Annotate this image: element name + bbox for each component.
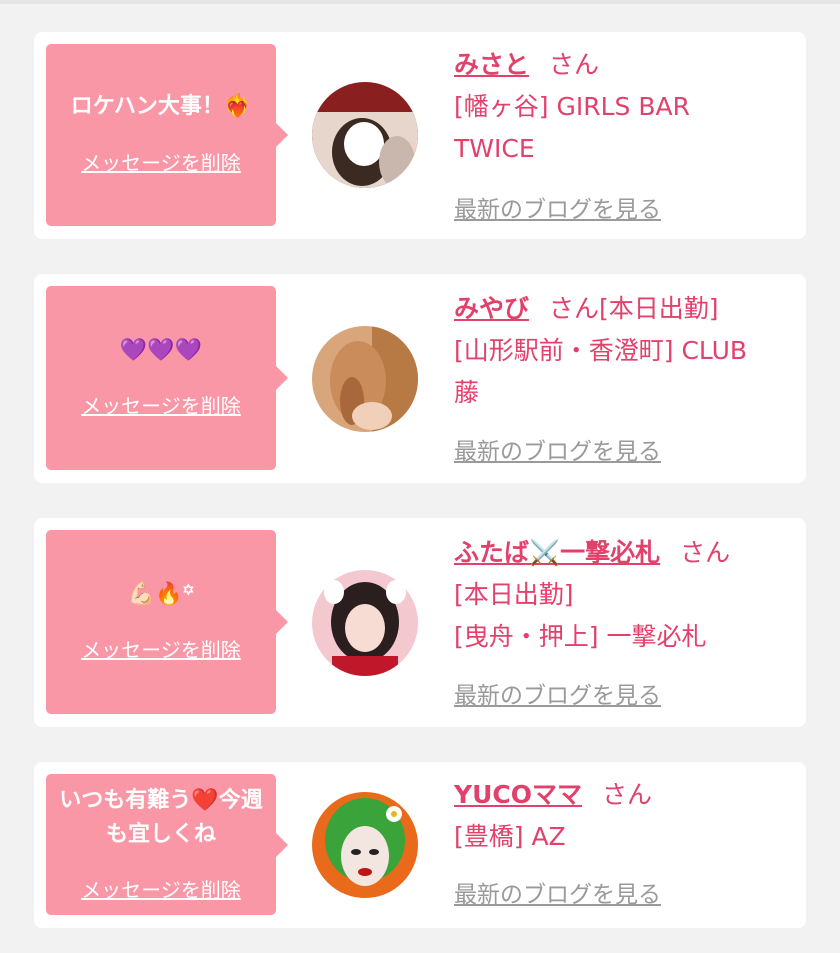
honorific: さん xyxy=(549,294,600,323)
honorific: さん xyxy=(549,50,600,79)
message-bubble: ロケハン大事！❤️‍🔥 メッセージを削除 xyxy=(46,44,288,226)
profile-name-link[interactable]: みさと xyxy=(454,50,529,79)
message-text: ロケハン大事！❤️‍🔥 xyxy=(70,94,252,119)
avatar[interactable] xyxy=(312,570,418,676)
avatar[interactable] xyxy=(312,82,418,188)
delete-message-link[interactable]: メッセージを削除 xyxy=(46,874,276,903)
top-divider xyxy=(0,0,840,4)
profile-name-link[interactable]: ふたば⚔️一撃必札 xyxy=(454,538,660,567)
message-card: 💪🏻🔥꙳ メッセージを削除 ふたば⚔️一撃必札 さん [本日出勤] [曳舟・押上]… xyxy=(34,518,806,727)
latest-blog-link[interactable]: 最新のブログを見る xyxy=(454,432,661,466)
avatar[interactable] xyxy=(312,326,418,432)
shop-line: 藤 xyxy=(454,378,480,407)
message-card: いつも有難う❤️今週も宜しくね メッセージを削除 YUCOママ さん [豊橋] A… xyxy=(34,762,806,928)
message-bubble: いつも有難う❤️今週も宜しくね メッセージを削除 xyxy=(46,774,288,915)
shop-line: [豊橋] AZ xyxy=(454,822,566,851)
profile-info: みやび さん[本日出勤] [山形駅前・香澄町] CLUB 藤 xyxy=(454,288,786,414)
latest-blog-link[interactable]: 最新のブログを見る xyxy=(454,190,661,224)
profile-info: YUCOママ さん [豊橋] AZ xyxy=(454,774,786,858)
delete-message-link[interactable]: メッセージを削除 xyxy=(46,634,276,663)
profile-name-link[interactable]: YUCOママ xyxy=(454,780,582,809)
message-text: 💜💜💜 xyxy=(119,338,203,363)
profile-info: ふたば⚔️一撃必札 さん [本日出勤] [曳舟・押上] 一撃必札 xyxy=(454,532,786,658)
message-bubble: 💜💜💜 メッセージを削除 xyxy=(46,286,288,470)
honorific: さん xyxy=(680,538,731,567)
latest-blog-link[interactable]: 最新のブログを見る xyxy=(454,676,661,710)
message-text: いつも有難う❤️今週も宜しくね xyxy=(59,788,263,847)
latest-blog-link[interactable]: 最新のブログを見る xyxy=(454,875,661,909)
message-card: ロケハン大事！❤️‍🔥 メッセージを削除 みさと さん [幡ヶ谷] GIRLS B… xyxy=(34,32,806,239)
profile-name-link[interactable]: みやび xyxy=(454,294,529,323)
shop-line: [幡ヶ谷] GIRLS BAR xyxy=(454,92,690,121)
attendance-status: [本日出勤] xyxy=(599,294,719,323)
avatar[interactable] xyxy=(312,792,418,898)
message-bubble: 💪🏻🔥꙳ メッセージを削除 xyxy=(46,530,288,714)
attendance-status: [本日出勤] xyxy=(454,580,574,609)
honorific: さん xyxy=(602,780,653,809)
profile-info: みさと さん [幡ヶ谷] GIRLS BAR TWICE xyxy=(454,44,786,170)
shop-line: TWICE xyxy=(454,134,535,163)
shop-line: [山形駅前・香澄町] CLUB xyxy=(454,336,748,365)
delete-message-link[interactable]: メッセージを削除 xyxy=(46,147,276,176)
message-card: 💜💜💜 メッセージを削除 みやび さん[本日出勤] [山形駅前・香澄町] CLUB… xyxy=(34,274,806,483)
message-text: 💪🏻🔥꙳ xyxy=(127,582,195,607)
delete-message-link[interactable]: メッセージを削除 xyxy=(46,390,276,419)
shop-line: [曳舟・押上] 一撃必札 xyxy=(454,622,707,651)
